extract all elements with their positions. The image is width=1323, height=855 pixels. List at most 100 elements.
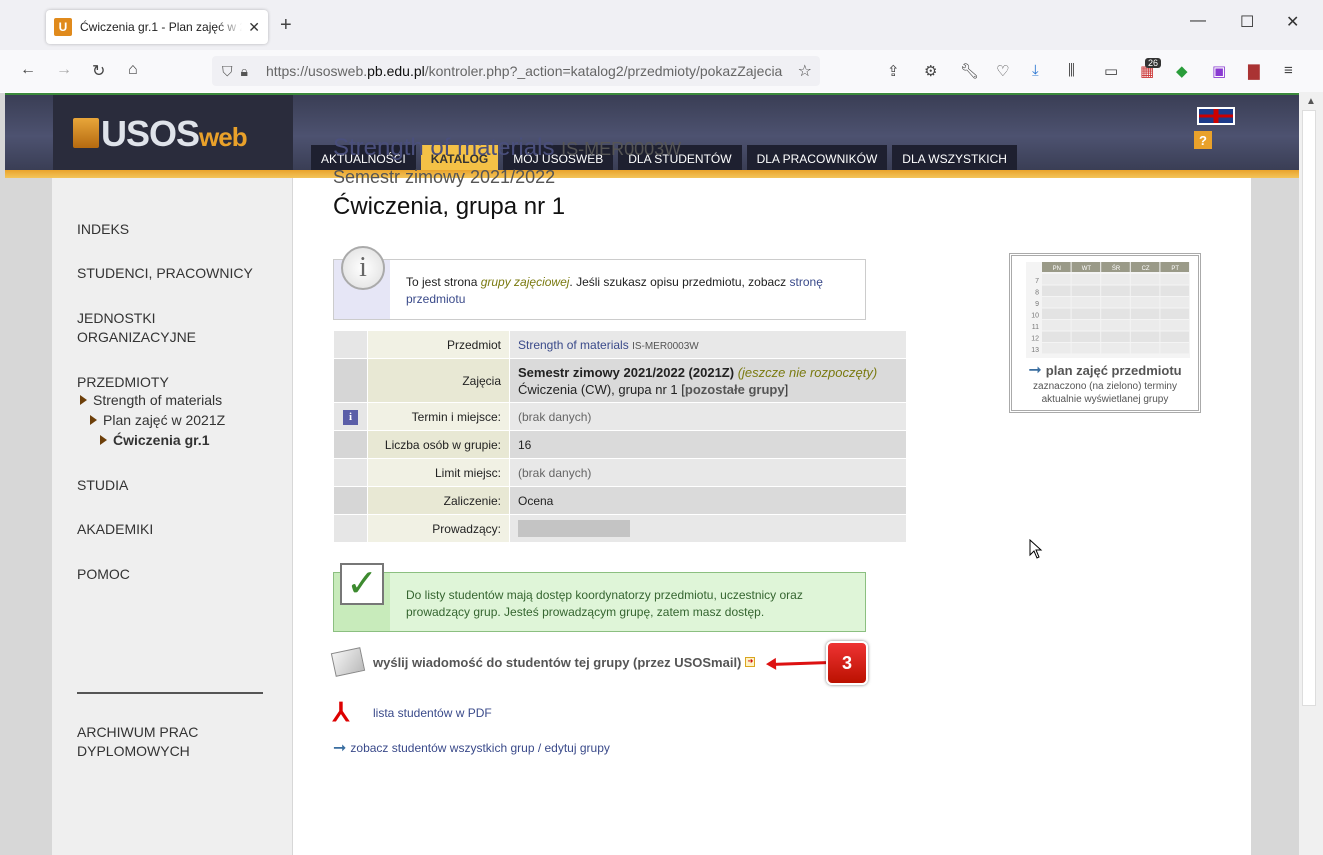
triangle-icon [100,435,107,445]
back-icon[interactable]: ← [20,61,36,79]
all-groups-link[interactable]: ➞ zobacz studentów wszystkich grup / edy… [333,738,610,758]
tab-bar: U Ćwiczenia gr.1 - Plan zajęć w 2021Z ✕ … [0,0,1323,50]
sidebar-item-indeks[interactable]: INDEKS [77,220,129,239]
mouse-cursor-icon [1029,539,1043,559]
plan-cell [1071,343,1101,354]
addon-badge: 26 [1145,58,1162,68]
sidebar: INDEKS STUDENCI, PRACOWNICY JEDNOSTKI ORG… [52,178,292,855]
sidebar-item-archiwum[interactable]: ARCHIWUM PRAC DYPLOMOWYCH [77,723,198,761]
table-row: Prowadzący: [333,514,907,543]
help-icon[interactable]: ? [1194,131,1212,149]
wrench-icon[interactable]: 🔧︎ [960,62,979,80]
bookmark-star-icon[interactable]: ☆ [798,61,812,81]
sidebar-sub-plan[interactable]: Plan zajęć w 2021Z [90,412,225,428]
pocket-icon[interactable]: ♡ [996,62,1009,80]
browser-tab[interactable]: U Ćwiczenia gr.1 - Plan zajęć w 2021Z ✕ [46,10,268,44]
home-icon[interactable]: ⌂ [128,61,138,79]
access-box: ✓ Do listy studentów mają dostęp koordyn… [333,563,866,632]
extension-icon[interactable]: ⇪ [887,62,900,80]
group-heading: Ćwiczenia, grupa nr 1 [333,193,566,220]
menu-dla-pracownikow[interactable]: DLA PRACOWNIKÓW [746,145,888,172]
scroll-thumb[interactable] [1302,110,1316,706]
callout-badge: 3 [826,641,868,685]
sidebar-item-jednostki[interactable]: JEDNOSTKI ORGANIZACYJNE [77,309,196,347]
plan-hour-label: 12 [1031,336,1039,343]
plan-cell [1101,285,1130,296]
label-prowadzacy: Prowadzący: [367,514,510,543]
address-bar[interactable]: ⛉🔒︎ https://usosweb.pb.edu.pl/kontroler.… [212,56,820,86]
plan-day-label: CZ [1142,266,1150,272]
external-link-icon: ➜ [745,657,756,667]
sidebar-item-pomoc[interactable]: POMOC [77,565,130,584]
logo-area: USOSweb [53,95,293,172]
group-link[interactable]: grupy zajęciowej [481,275,570,289]
forward-icon[interactable]: → [56,61,72,79]
plan-cell [1071,320,1101,331]
course-link[interactable]: Strength of materials [518,338,629,352]
schedule-thumbnail[interactable]: PN WT ŚR CZ PT 7 8 9 10 11 12 13 ➞ plan zajęć przed… [1009,253,1201,413]
download-icon[interactable]: ⤓ [1032,62,1039,79]
menu-dla-wszystkich[interactable]: DLA WSZYSTKICH [892,145,1017,172]
reload-icon[interactable]: ↻ [92,61,105,81]
plan-cell [1160,274,1189,285]
pdf-list-link[interactable]: ⅄ lista studentów w PDF [333,698,492,728]
sidebar-sub-strength[interactable]: Strength of materials [80,392,222,408]
pdf-icon: ⅄ [333,698,349,727]
plan-cell [1130,297,1160,308]
redacted-lecturer [518,520,630,537]
tab-title: Ćwiczenia gr.1 - Plan zajęć w 2021Z [80,20,242,34]
new-tab-icon[interactable]: + [280,14,292,37]
sidebar-divider [77,692,263,694]
profile-addon-icon[interactable]: ▇ [1248,62,1260,80]
sidebar-sub-cwiczenia[interactable]: Ćwiczenia gr.1 [100,432,209,448]
sidebar-item-akademiki[interactable]: AKADEMIKI [77,520,153,539]
plan-cell [1042,308,1071,319]
plan-cell [1042,343,1071,354]
plan-day-label: PN [1053,266,1061,272]
info-text: To jest strona grupy zajęciowej. Jeśli s… [406,275,823,306]
plan-link[interactable]: ➞ plan zajęć przedmiotu [1012,360,1198,380]
plan-cell [1160,343,1189,354]
library-icon[interactable]: ⫼ [1068,62,1075,79]
plan-cell [1042,331,1071,342]
table-row: Przedmiot Strength of materials IS-MER00… [333,330,907,359]
course-code: IS-MER0003W [632,340,699,352]
minimize-icon[interactable]: — [1190,12,1206,30]
plan-cell [1071,285,1101,296]
sidebar-item-studenci[interactable]: STUDENCI, PRACOWNICY [77,264,253,283]
label-liczba: Liczba osób w grupie: [367,430,510,459]
plan-cell [1042,274,1071,285]
other-groups-link[interactable]: pozostałe grupy [685,382,785,397]
semester-subtitle: Semestr zimowy 2021/2022 [333,167,556,187]
send-mail-link[interactable]: wyślij wiadomość do studentów tej grupy … [330,647,756,677]
logo-mark-icon [73,118,99,148]
settings-icon[interactable]: ⚙ [924,62,937,80]
close-tab-icon[interactable]: ✕ [248,19,260,36]
plan-cell [1071,308,1101,319]
window-close-icon[interactable]: ✕ [1286,12,1299,32]
menu-icon[interactable]: ≡ [1284,62,1293,79]
scroll-up-icon[interactable]: ▲ [1306,96,1316,107]
access-text: Do listy studentów mają dostęp koordynat… [406,588,803,619]
label-przedmiot: Przedmiot [367,330,510,359]
plan-sub1: zaznaczono (na zielono) terminy [1033,381,1177,392]
maximize-icon[interactable]: ☐ [1240,12,1254,32]
plan-cell [1071,297,1101,308]
info-small-icon[interactable]: i [343,409,358,425]
plan-hour-label: 13 [1031,347,1039,354]
usosweb-logo[interactable]: USOSweb [73,113,248,155]
plan-cell [1042,320,1071,331]
label-termin: Termin i miejsce: [367,402,510,431]
plan-cell [1160,297,1189,308]
label-zaliczenie: Zaliczenie: [367,486,510,515]
details-table: Przedmiot Strength of materials IS-MER00… [333,330,907,543]
plan-cell [1160,308,1189,319]
sidebar-item-przedmioty[interactable]: PRZEDMIOTY [77,373,169,392]
schedule-grid: PN WT ŚR CZ PT 7 8 9 10 11 12 13 [1026,262,1190,358]
label-limit: Limit miejsc: [367,458,510,487]
purple-addon-icon[interactable]: ▣ [1212,62,1226,80]
english-flag-icon[interactable] [1197,107,1235,125]
color-addon-icon[interactable]: ◆ [1176,62,1188,80]
sidebar-item-studia[interactable]: STUDIA [77,476,128,495]
reader-icon[interactable]: ▭ [1104,62,1118,80]
